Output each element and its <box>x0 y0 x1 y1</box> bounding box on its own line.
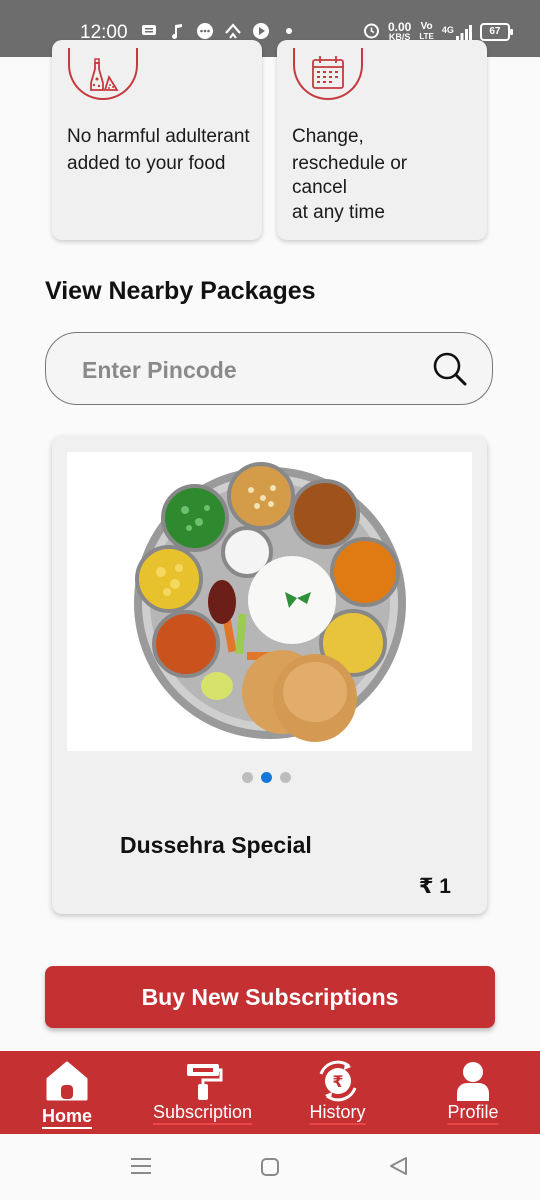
nav-item-history[interactable]: ₹ History <box>300 1051 375 1134</box>
nav-label: Profile <box>447 1102 499 1122</box>
chat-icon <box>196 22 214 40</box>
volte-top: Vo <box>420 21 433 32</box>
feature-text: Change, reschedule or cancel at any time <box>292 123 477 226</box>
nav-label: History <box>309 1102 366 1122</box>
signal-icon: 4G <box>441 24 472 40</box>
notification-icons <box>140 22 298 40</box>
feature-card-no-adulterant: No harmful adulterant added to your food <box>52 40 262 240</box>
feature-line: cancel <box>292 177 347 198</box>
section-title: View Nearby Packages <box>45 277 316 305</box>
volte-indicator: Vo LTE <box>419 22 434 42</box>
menu-icon[interactable] <box>131 1157 151 1180</box>
network-type: 4G <box>441 24 454 35</box>
feature-card-reschedule: Change, reschedule or cancel at any time <box>277 40 487 240</box>
status-right: 0.00 KB/S Vo LTE 4G 67 <box>363 20 513 42</box>
bottom-nav: Home Subscription ₹ History Profile <box>0 1051 540 1134</box>
rupee-history-icon: ₹ <box>316 1059 360 1103</box>
search-icon[interactable] <box>432 351 468 392</box>
user-icon <box>451 1059 495 1103</box>
feature-line: reschedule or <box>292 153 408 174</box>
alarm-icon <box>363 22 380 42</box>
nav-item-home[interactable]: Home <box>32 1051 102 1134</box>
system-nav-bar <box>0 1134 540 1200</box>
net-speed-value: 0.00 <box>388 20 412 34</box>
paint-roller-icon <box>181 1059 225 1103</box>
message-icon <box>140 22 158 40</box>
pincode-search-box <box>45 332 493 405</box>
nav-label: Home <box>41 1106 92 1126</box>
cast-icon <box>224 22 242 40</box>
carousel-indicator <box>242 772 291 783</box>
package-name: Dussehra Special <box>120 832 312 858</box>
feature-line: Change, <box>292 126 364 147</box>
home-square-icon[interactable] <box>260 1157 280 1182</box>
home-icon <box>45 1059 89 1103</box>
nav-label: Subscription <box>152 1102 253 1122</box>
pincode-input[interactable] <box>80 351 414 389</box>
package-card[interactable]: Dussehra Special ₹ 1 <box>52 436 487 914</box>
back-icon[interactable] <box>388 1156 408 1181</box>
carousel-dot[interactable] <box>242 772 253 783</box>
battery-icon: 67 <box>479 23 513 41</box>
feature-line: at any time <box>292 202 385 223</box>
svg-text:₹: ₹ <box>332 1072 343 1091</box>
play-icon <box>252 22 270 40</box>
music-icon <box>168 22 186 40</box>
feature-text: No harmful adulterant added to your food <box>67 126 250 174</box>
carousel-dot-active[interactable] <box>261 772 272 783</box>
buy-new-subscriptions-button[interactable]: Buy New Subscriptions <box>45 966 495 1028</box>
nav-item-profile[interactable]: Profile <box>438 1051 508 1134</box>
salt-spices-icon <box>68 48 138 100</box>
package-price: ₹ 1 <box>418 875 451 898</box>
net-speed: 0.00 KB/S <box>388 20 412 42</box>
thali-image <box>67 452 472 751</box>
calendar-icon <box>293 48 363 100</box>
nav-item-subscription[interactable]: Subscription <box>145 1051 260 1134</box>
carousel-dot[interactable] <box>280 772 291 783</box>
more-notifications-icon <box>280 22 298 40</box>
